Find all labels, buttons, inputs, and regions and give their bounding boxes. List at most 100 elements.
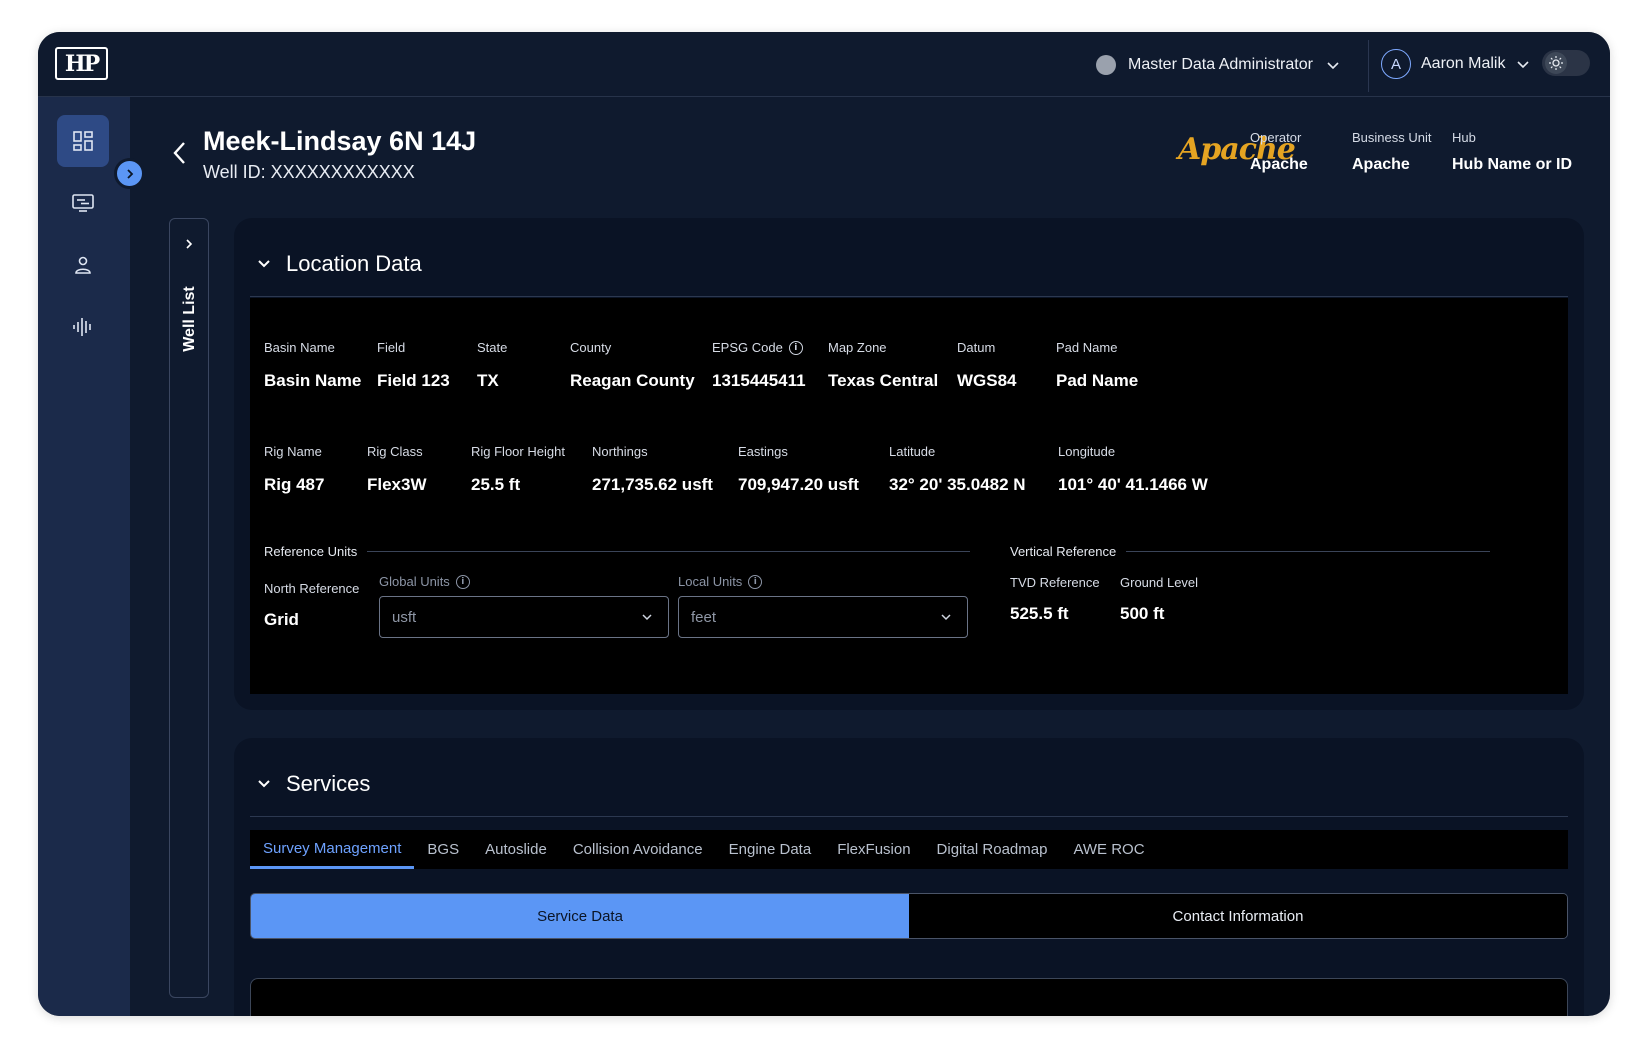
info-icon[interactable]: i (455, 574, 470, 589)
info-icon[interactable]: i (748, 574, 763, 589)
field-value: Flex3W (367, 475, 427, 494)
rail-monitor[interactable] (57, 177, 109, 229)
role-icon (1096, 55, 1116, 75)
tab-digital-roadmap[interactable]: Digital Roadmap (924, 830, 1061, 869)
well-id: Well ID: XXXXXXXXXXXX (203, 162, 415, 182)
field-value: Rig 487 (264, 475, 325, 494)
vertical-reference-title: Vertical Reference (1010, 544, 1117, 559)
field-value: 32° 20' 35.0482 N (889, 475, 1026, 494)
meta-value: Hub Name or ID (1452, 156, 1573, 173)
company-logo[interactable]: HP (55, 47, 108, 80)
role-selector[interactable]: Master Data Administrator (1096, 50, 1341, 80)
well-list-panel[interactable]: Well List (169, 218, 209, 998)
local-units-label-wrap: Local Units i (678, 574, 763, 589)
tab-flexfusion[interactable]: FlexFusion (824, 830, 923, 869)
field-value: 271,735.62 usft (592, 475, 713, 494)
app-window: HP Master Data Administrator A Aaron Mal… (38, 32, 1610, 1016)
role-label: Master Data Administrator (1128, 56, 1313, 73)
field-value: Texas Central (828, 371, 939, 390)
monitor-icon (72, 194, 94, 212)
select-value: usft (392, 608, 417, 626)
section-line (1126, 551, 1490, 552)
global-units-select[interactable]: usft (379, 596, 669, 638)
field-value: 500 ft (1120, 604, 1165, 623)
tab-autoslide[interactable]: Autoslide (472, 830, 560, 869)
field-value: 709,947.20 usft (738, 475, 859, 494)
expand-sidebar-button[interactable] (114, 158, 145, 189)
tab-collision-avoidance[interactable]: Collision Avoidance (560, 830, 716, 869)
section-line (367, 551, 970, 552)
tab-engine-data[interactable]: Engine Data (716, 830, 825, 869)
local-units-select[interactable]: feet (678, 596, 968, 638)
top-bar: HP Master Data Administrator A Aaron Mal… (38, 32, 1610, 97)
info-icon[interactable]: i (788, 340, 803, 355)
field-value: 525.5 ft (1010, 604, 1069, 623)
field-value: Field 123 (377, 371, 450, 390)
tab-survey-management[interactable]: Survey Management (250, 830, 415, 869)
side-rail (38, 97, 130, 1016)
reference-units-header: Reference Units (264, 544, 970, 559)
theme-toggle[interactable] (1542, 50, 1590, 76)
field-label: State (477, 340, 508, 355)
location-section-toggle[interactable]: Location Data (256, 251, 422, 277)
field-latitude: Latitude 32° 20' 35.0482 N (889, 444, 1026, 495)
field-label: Eastings (738, 444, 788, 459)
field-value: TX (477, 371, 499, 390)
user-menu[interactable]: A Aaron Malik (1381, 49, 1531, 79)
tab-bgs[interactable]: BGS (414, 830, 472, 869)
field-value: 1315445411 (712, 371, 806, 390)
field-value: Pad Name (1056, 371, 1139, 390)
field-rig-name: Rig Name Rig 487 (264, 444, 324, 495)
meta-hub: Hub Hub Name or ID (1452, 130, 1572, 174)
field-label: Longitude (1058, 444, 1116, 459)
field-field: Field Field 123 (377, 340, 450, 391)
user-name: Aaron Malik (1421, 55, 1506, 72)
field-tvd-reference: TVD Reference 525.5 ft (1010, 575, 1100, 624)
avatar: A (1381, 49, 1411, 79)
chevron-down-icon (941, 614, 951, 621)
meta-label: Business Unit (1352, 130, 1432, 145)
chevron-down-icon (258, 780, 270, 788)
rail-dashboard[interactable] (57, 115, 109, 167)
field-basin-name: Basin Name Basin Name (264, 340, 361, 391)
location-data-card: Location Data Basin Name Basin Name Fiel… (234, 218, 1584, 710)
field-label: Rig Floor Height (471, 444, 565, 459)
section-title: Services (286, 771, 371, 796)
segment-contact-information[interactable]: Contact Information (909, 894, 1567, 938)
field-label: Pad Name (1056, 340, 1118, 355)
field-value: 101° 40' 41.1466 W (1058, 475, 1208, 494)
field-label: Latitude (889, 444, 936, 459)
location-body: Basin Name Basin Name Field Field 123 St… (250, 298, 1568, 694)
services-card: Services Survey Management BGS Autoslide… (234, 738, 1584, 1016)
well-list-label-wrap: Well List (172, 279, 208, 359)
segment-service-data[interactable]: Service Data (251, 894, 909, 938)
local-units-label: Local Units (678, 574, 743, 589)
back-button[interactable] (171, 140, 189, 171)
chevron-down-icon (1517, 61, 1530, 69)
field-epsg-code: EPSG Code i 1315445411 (712, 340, 806, 391)
field-label: Field (377, 340, 406, 355)
global-units-label: Global Units (379, 574, 450, 589)
field-label-wrap: EPSG Code i (712, 340, 806, 355)
select-value: feet (691, 608, 717, 626)
chevron-left-icon (173, 142, 185, 164)
tab-awe-roc[interactable]: AWE ROC (1060, 830, 1157, 869)
field-state: State TX (477, 340, 507, 391)
section-title: Location Data (286, 251, 422, 276)
field-value: Reagan County (570, 371, 695, 390)
vertical-reference-header: Vertical Reference (1010, 544, 1490, 559)
waveform-icon (73, 318, 91, 336)
meta-label: Hub (1452, 130, 1476, 145)
rail-users[interactable] (57, 239, 109, 291)
service-content-panel (250, 978, 1568, 1016)
field-rig-class: Rig Class Flex3W (367, 444, 427, 495)
chevron-down-icon (258, 260, 270, 268)
field-north-reference: North Reference Grid (264, 581, 359, 630)
rail-signals[interactable] (57, 301, 109, 353)
services-section-toggle[interactable]: Services (256, 771, 370, 797)
meta-value: Apache (1250, 156, 1308, 173)
section-divider (250, 816, 1568, 817)
services-tabs: Survey Management BGS Autoslide Collisio… (250, 830, 1568, 869)
meta-business-unit: Business Unit Apache (1352, 130, 1431, 174)
user-icon (75, 256, 91, 274)
